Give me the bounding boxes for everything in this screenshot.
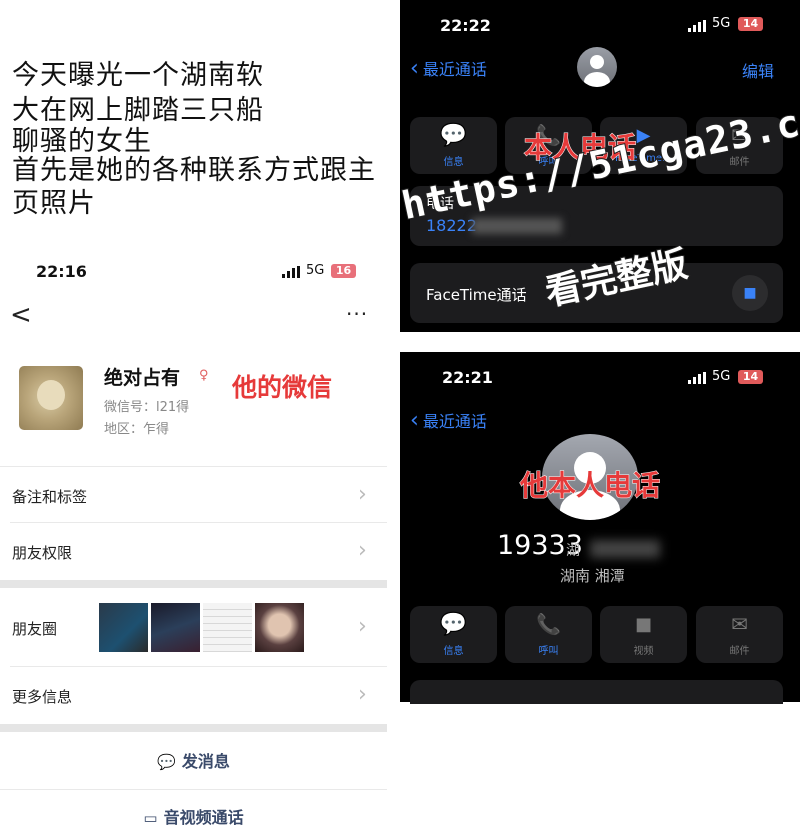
tile-label: 信息 [443, 646, 464, 657]
signal-icon [282, 266, 300, 278]
row-more-info[interactable]: 更多信息 › [0, 668, 387, 724]
back-label: 最近通话 [422, 60, 487, 79]
status-time: 22:22 [440, 16, 491, 35]
video-icon: ■ [634, 614, 652, 635]
nickname: 绝对占有 [104, 367, 181, 389]
row-label: 备注和标签 [12, 488, 88, 506]
battery-icon: 16 [331, 264, 356, 278]
wechat-id: 微信号：l21得 [104, 400, 190, 415]
chevron-right-icon: › [358, 538, 367, 563]
divider [10, 666, 387, 667]
headline-line: 页照片 [12, 188, 96, 219]
message-icon: 💬 [439, 612, 468, 637]
facetime-label: FaceTime通话 [426, 286, 527, 304]
contact-avatar [577, 47, 617, 87]
tile-label: 邮件 [729, 646, 750, 657]
network-label: 5G [712, 369, 731, 384]
annotation-phone-bottom: 他本人电话 [519, 469, 661, 503]
back-icon[interactable]: < [10, 300, 32, 330]
battery-icon: 14 [738, 17, 763, 31]
redaction-blur [590, 540, 660, 558]
av-call-button[interactable]: ▭ 音视频通话 [0, 804, 387, 838]
gender-icon: ♀ [199, 368, 209, 383]
message-icon: 💬 [439, 123, 468, 148]
divider [10, 522, 387, 523]
avatar[interactable] [19, 366, 83, 430]
av-call-label: 音视频通话 [163, 808, 244, 827]
tile-video[interactable]: ■ 视频 [600, 606, 687, 663]
headline-line: 聊骚的女生 [12, 126, 152, 157]
info-card [410, 680, 783, 704]
wechat-profile-screen: 22:16 5G 16 < ··· 绝对占有 ♀ 微信号：l21得 地区：乍得 … [0, 256, 387, 838]
row-friend-permissions[interactable]: 朋友权限 › [0, 524, 387, 580]
contact-location: 湖南 湘潭 [560, 567, 625, 585]
tile-label: 视频 [633, 646, 654, 657]
region: 地区：乍得 [104, 422, 170, 437]
number-tail: 湖 [566, 543, 580, 559]
section-gap [0, 724, 387, 732]
status-time: 22:21 [442, 368, 493, 387]
tile-call[interactable]: 📞 呼叫 [505, 606, 592, 663]
divider [0, 466, 387, 467]
network-label: 5G [306, 263, 325, 278]
network-label: 5G [712, 16, 731, 31]
moments-thumbnails[interactable] [99, 603, 304, 652]
signal-icon [688, 372, 706, 384]
chat-bubble-icon: 💬 [157, 753, 176, 771]
moments-thumbnail [99, 603, 148, 652]
status-bar: 22:16 5G 16 [0, 256, 387, 288]
back-button[interactable]: ‹ 最近通话 [410, 408, 487, 433]
moments-thumbnail [151, 603, 200, 652]
headline-line: 今天曝光一个湖南软 [12, 60, 264, 91]
row-remark-tags[interactable]: 备注和标签 › [0, 468, 387, 524]
tile-label: 呼叫 [538, 646, 559, 657]
mail-icon: ✉ [731, 612, 748, 636]
annotation-wechat: 他的微信 [231, 373, 333, 403]
chevron-right-icon: › [358, 614, 367, 639]
tile-message[interactable]: 💬 信息 [410, 117, 497, 174]
headline-line: 大在网上脚踏三只船 [12, 95, 264, 126]
back-label: 最近通话 [422, 412, 487, 431]
moments-thumbnail [203, 603, 252, 652]
nav-bar: < ··· [0, 296, 387, 332]
tile-mail[interactable]: ✉ 邮件 [696, 606, 783, 663]
video-camera-icon[interactable]: ■ [732, 275, 768, 311]
battery-icon: 14 [738, 370, 763, 384]
redaction-blur [472, 218, 562, 234]
moments-thumbnail [255, 603, 304, 652]
divider [0, 789, 387, 790]
headline-line: 首先是她的各种联系方式跟主 [12, 155, 376, 186]
row-label: 朋友圈 [12, 620, 58, 638]
back-button[interactable]: ‹ 最近通话 [410, 56, 487, 81]
chevron-right-icon: › [358, 482, 367, 507]
chevron-left-icon: ‹ [410, 408, 419, 433]
section-gap [0, 580, 387, 588]
send-message-button[interactable]: 💬 发消息 [0, 748, 387, 794]
edit-button[interactable]: 编辑 [742, 58, 774, 82]
more-icon[interactable]: ··· [346, 302, 368, 326]
row-label: 更多信息 [12, 688, 73, 706]
chevron-left-icon: ‹ [410, 56, 419, 81]
chevron-right-icon: › [358, 682, 367, 707]
signal-icon [688, 20, 706, 32]
send-message-label: 发消息 [181, 752, 230, 771]
row-label: 朋友权限 [12, 544, 73, 562]
status-time: 22:16 [36, 262, 87, 281]
video-camera-icon: ▭ [143, 809, 158, 827]
phone-icon: 📞 [536, 612, 561, 636]
tile-message[interactable]: 💬 信息 [410, 606, 497, 663]
headline: 今天曝光一个湖南软 大在网上脚踏三只船 聊骚的女生 首先是她的各种联系方式跟主 … [12, 58, 392, 221]
